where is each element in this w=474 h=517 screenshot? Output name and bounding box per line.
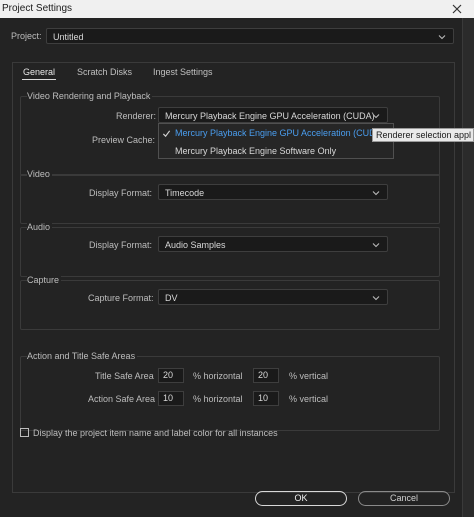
- renderer-value: Mercury Playback Engine GPU Acceleration…: [165, 111, 375, 121]
- project-select[interactable]: Untitled: [46, 28, 454, 44]
- audio-display-format-value: Audio Samples: [165, 240, 226, 250]
- chevron-down-icon: [372, 114, 380, 119]
- action-safe-horizontal-input[interactable]: 10: [158, 391, 184, 406]
- renderer-option-software[interactable]: Mercury Playback Engine Software Only: [175, 146, 336, 156]
- audio-display-format-label: Display Format:: [89, 240, 153, 250]
- video-display-format-select[interactable]: Timecode: [158, 184, 388, 200]
- project-value: Untitled: [53, 32, 84, 42]
- action-safe-label: Action Safe Area: [88, 394, 156, 404]
- title-safe-vertical-unit: % vertical: [289, 371, 329, 381]
- renderer-tooltip-text: Renderer selection appl: [376, 130, 472, 140]
- ok-button[interactable]: OK: [255, 491, 347, 506]
- video-display-format-value: Timecode: [165, 188, 205, 198]
- close-button[interactable]: [440, 0, 474, 18]
- safe-areas-title: Action and Title Safe Areas: [27, 351, 138, 361]
- renderer-dropdown-list: Mercury Playback Engine GPU Acceleration…: [158, 123, 394, 159]
- title-safe-horizontal-unit: % horizontal: [193, 371, 243, 381]
- cancel-button[interactable]: Cancel: [358, 491, 450, 506]
- capture-format-value: DV: [165, 293, 178, 303]
- title-safe-vertical-input[interactable]: 20: [253, 368, 279, 383]
- action-safe-vertical-input[interactable]: 10: [253, 391, 279, 406]
- action-safe-vertical-unit: % vertical: [289, 394, 329, 404]
- video-rendering-title: Video Rendering and Playback: [27, 91, 153, 101]
- preview-cache-label: Preview Cache:: [92, 135, 156, 145]
- capture-format-select[interactable]: DV: [158, 289, 388, 305]
- audio-title: Audio: [27, 222, 53, 232]
- capture-format-label: Capture Format:: [88, 293, 154, 303]
- video-display-format-label: Display Format:: [89, 188, 153, 198]
- renderer-option-cuda[interactable]: Mercury Playback Engine GPU Acceleration…: [175, 128, 385, 138]
- display-label-checkbox[interactable]: [20, 428, 29, 437]
- active-tab-underline: [22, 79, 56, 80]
- capture-group: [20, 280, 440, 330]
- dialog-body: Project: Untitled General Scratch Disks …: [0, 18, 463, 517]
- chevron-down-icon: [372, 191, 380, 196]
- renderer-tooltip: Renderer selection appl: [372, 128, 474, 142]
- video-title: Video: [27, 169, 52, 179]
- checkmark-icon: [162, 130, 171, 138]
- renderer-select[interactable]: Mercury Playback Engine GPU Acceleration…: [158, 107, 388, 123]
- project-label: Project:: [11, 31, 42, 41]
- chevron-down-icon: [372, 296, 380, 301]
- close-icon: [452, 4, 462, 14]
- title-safe-label: Title Safe Area: [95, 371, 154, 381]
- background-window-strip: [463, 18, 474, 517]
- title-bar: Project Settings: [0, 0, 474, 18]
- tab-general[interactable]: General: [23, 67, 55, 77]
- tab-ingest-settings[interactable]: Ingest Settings: [153, 67, 213, 77]
- display-label-checkbox-label: Display the project item name and label …: [33, 428, 278, 438]
- action-safe-horizontal-unit: % horizontal: [193, 394, 243, 404]
- audio-display-format-select[interactable]: Audio Samples: [158, 236, 388, 252]
- capture-title: Capture: [27, 275, 62, 285]
- tab-scratch-disks[interactable]: Scratch Disks: [77, 67, 132, 77]
- audio-group: [20, 227, 440, 277]
- chevron-down-icon: [372, 243, 380, 248]
- title-safe-horizontal-input[interactable]: 20: [158, 368, 184, 383]
- renderer-label: Renderer:: [116, 111, 157, 121]
- window-title: Project Settings: [2, 3, 73, 14]
- chevron-down-icon: [438, 35, 446, 40]
